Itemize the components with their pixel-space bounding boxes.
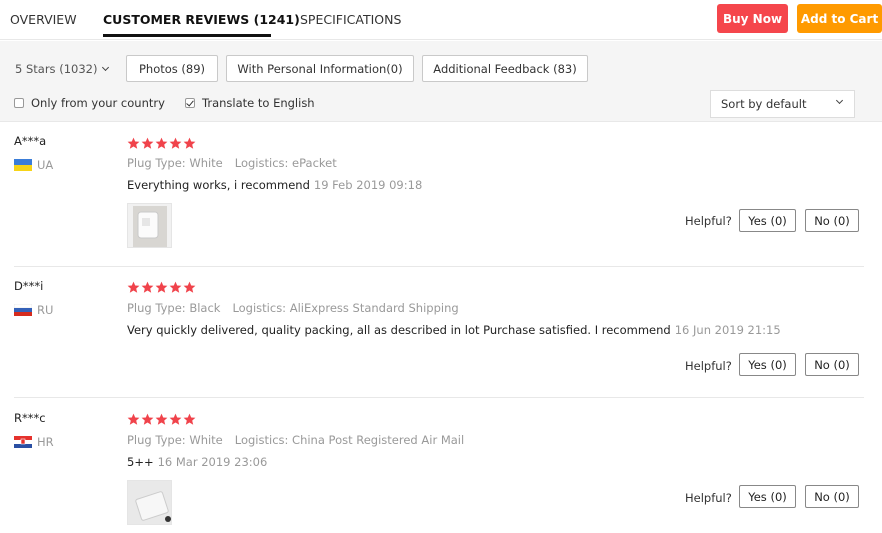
review-photo[interactable] xyxy=(127,203,172,248)
helpful-label: Helpful? xyxy=(685,359,732,373)
ua-flag-icon xyxy=(14,159,32,171)
review-text: Everything works, i recommend xyxy=(127,178,310,192)
helpful-label: Helpful? xyxy=(685,214,732,228)
review-text-line: Everything works, i recommend 19 Feb 2019… xyxy=(127,178,422,192)
review-divider xyxy=(14,397,864,398)
country-code: UA xyxy=(37,158,54,172)
review-text-line: Very quickly delivered, quality packing,… xyxy=(127,323,781,337)
filter-photos-button[interactable]: Photos (89) xyxy=(126,55,218,82)
helpful-no-button[interactable]: No (0) xyxy=(805,209,859,232)
review-text: Very quickly delivered, quality packing,… xyxy=(127,323,671,337)
logistics: Logistics: AliExpress Standard Shipping xyxy=(232,301,459,315)
reviewer-name: D***i xyxy=(14,279,44,293)
star-icon xyxy=(141,413,154,425)
sort-label: Sort by default xyxy=(721,97,807,111)
ru-flag-icon xyxy=(14,304,32,316)
tab-specifications[interactable]: SPECIFICATIONS xyxy=(300,12,401,27)
logistics: Logistics: China Post Registered Air Mai… xyxy=(234,433,465,447)
helpful-yes-button[interactable]: Yes (0) xyxy=(739,353,796,376)
plug-type: Plug Type: White xyxy=(127,156,223,170)
only-country-label: Only from your country xyxy=(31,96,165,110)
review-attributes: Plug Type: Black Logistics: AliExpress St… xyxy=(127,301,459,315)
star-icon xyxy=(141,281,154,293)
reviewer-name: R***c xyxy=(14,411,46,425)
star-icon xyxy=(169,137,182,149)
filter-personal-info-button[interactable]: With Personal Information(0) xyxy=(226,55,414,82)
tab-overview[interactable]: OVERVIEW xyxy=(10,12,77,27)
helpful-yes-button[interactable]: Yes (0) xyxy=(739,485,796,508)
review-divider xyxy=(14,266,864,267)
reviewer-name: A***a xyxy=(14,134,47,148)
hr-flag-icon xyxy=(14,436,32,448)
reviewer-country: UA xyxy=(14,158,53,172)
translate-checkbox[interactable] xyxy=(185,98,195,108)
helpful-yes-button[interactable]: Yes (0) xyxy=(739,209,796,232)
star-icon xyxy=(127,413,140,425)
star-icon xyxy=(155,413,168,425)
star-icon xyxy=(127,137,140,149)
star-icon xyxy=(183,413,196,425)
star-icon xyxy=(183,137,196,149)
review-text-line: 5++ 16 Mar 2019 23:06 xyxy=(127,455,267,469)
star-icon xyxy=(169,413,182,425)
sort-dropdown[interactable]: Sort by default xyxy=(710,90,855,118)
only-country-option[interactable]: Only from your country xyxy=(14,96,165,110)
review-attributes: Plug Type: White Logistics: ePacket xyxy=(127,156,337,170)
review-date: 16 Mar 2019 23:06 xyxy=(157,455,268,469)
star-icon xyxy=(183,281,196,293)
review-date: 16 Jun 2019 21:15 xyxy=(674,323,781,337)
active-tab-indicator xyxy=(103,34,271,37)
review-text: 5++ xyxy=(127,455,154,469)
review-attributes: Plug Type: White Logistics: China Post Re… xyxy=(127,433,464,447)
wifi-repeater-photo xyxy=(128,481,171,524)
star-icon xyxy=(155,137,168,149)
reviewer-country: RU xyxy=(14,303,53,317)
chevron-down-icon xyxy=(102,63,110,72)
translate-label: Translate to English xyxy=(202,96,315,110)
star-icon xyxy=(155,281,168,293)
star-icon xyxy=(141,137,154,149)
helpful-no-button[interactable]: No (0) xyxy=(805,485,859,508)
review-date: 19 Feb 2019 09:18 xyxy=(313,178,423,192)
country-code: RU xyxy=(37,303,54,317)
review-photo[interactable] xyxy=(127,480,172,525)
country-code: HR xyxy=(37,435,54,449)
only-country-checkbox[interactable] xyxy=(14,98,24,108)
star-rating xyxy=(127,413,196,426)
tab-customer-reviews[interactable]: CUSTOMER REVIEWS (1241) xyxy=(103,12,300,27)
star-rating xyxy=(127,281,196,294)
helpful-no-button[interactable]: No (0) xyxy=(805,353,859,376)
star-filter-dropdown[interactable]: 5 Stars (1032) xyxy=(15,62,110,76)
logistics: Logistics: ePacket xyxy=(234,156,337,170)
chevron-down-icon xyxy=(835,96,844,105)
add-to-cart-button[interactable]: Add to Cart xyxy=(797,4,882,33)
wifi-repeater-photo xyxy=(128,204,171,247)
review-filter-bar: 5 Stars (1032) Photos (89) With Personal… xyxy=(0,41,882,122)
buy-now-button[interactable]: Buy Now xyxy=(717,4,788,33)
star-icon xyxy=(169,281,182,293)
product-tabs-bar: OVERVIEW CUSTOMER REVIEWS (1241) SPECIFI… xyxy=(0,0,882,40)
plug-type: Plug Type: White xyxy=(127,433,223,447)
reviewer-country: HR xyxy=(14,435,54,449)
filter-additional-feedback-button[interactable]: Additional Feedback (83) xyxy=(422,55,588,82)
plug-type: Plug Type: Black xyxy=(127,301,221,315)
star-filter-label: 5 Stars (1032) xyxy=(15,62,98,76)
star-rating xyxy=(127,137,196,150)
star-icon xyxy=(127,281,140,293)
translate-option[interactable]: Translate to English xyxy=(185,96,315,110)
helpful-label: Helpful? xyxy=(685,491,732,505)
